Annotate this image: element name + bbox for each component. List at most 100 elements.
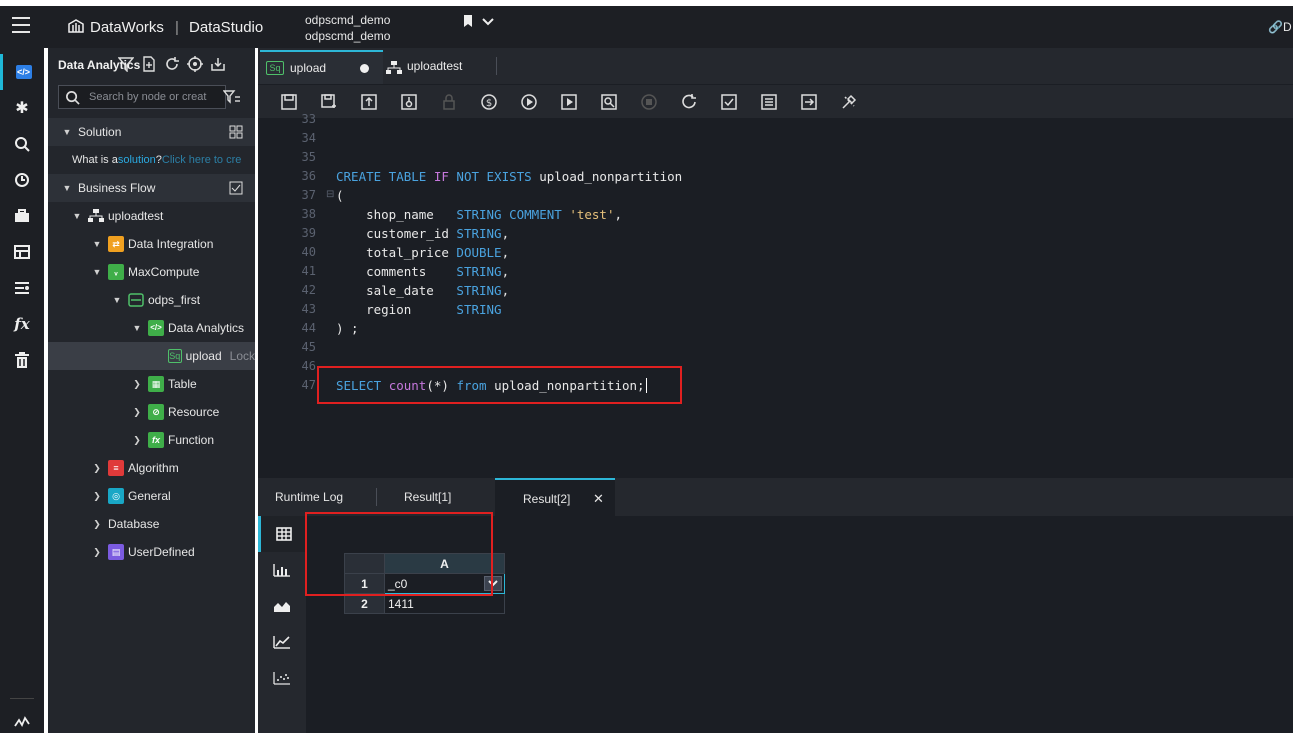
tab-uploadtest[interactable]: uploadtest [384,50,496,84]
area-chart-button[interactable] [258,588,306,624]
tree-item-odps-first[interactable]: ▼ odps_first [48,286,255,314]
business-flow-section-header[interactable]: ▼ Business Flow [48,174,255,202]
rail-recycle-bin[interactable] [0,342,44,378]
code-line-40[interactable]: total_price DOUBLE, [336,245,509,260]
code-line-44[interactable]: ) ; [336,321,359,336]
tree-item-maxcompute[interactable]: ▼ ᵥ MaxCompute [48,258,255,286]
preview-icon[interactable] [600,93,618,111]
code-line-42[interactable]: sale_date STRING, [336,283,509,298]
code-line-43[interactable]: region STRING [336,302,501,317]
format-code-icon[interactable] [760,93,778,111]
tree-item-database[interactable]: ❯ Database [48,510,255,538]
line-chart-button[interactable] [258,624,306,660]
top-header-bar: DataWorks | DataStudio odpscmd_demo odps… [0,6,1293,48]
scatter-chart-button[interactable] [258,660,306,696]
icon-rail: </> ✱ fx [0,48,44,733]
code-line-41[interactable]: comments STRING, [336,264,509,279]
grid-view-icon[interactable] [229,125,243,139]
module-name[interactable]: DataStudio [189,19,263,36]
result-cell[interactable]: 1411 [384,593,505,614]
tab-result-2[interactable]: Result[2] ✕ [495,478,615,516]
rail-ops[interactable] [0,198,44,234]
reload-icon[interactable] [680,93,698,111]
tree-item-userdefined[interactable]: ❯ ▤ UserDefined [48,538,255,566]
data-integration-icon: ⇄ [108,236,124,252]
rail-components[interactable]: ✱ [0,90,44,126]
tab-runtime-log[interactable]: Runtime Log [275,478,343,516]
line-number: 39 [301,226,316,240]
rail-table[interactable] [0,234,44,270]
tree-item-data-analytics[interactable]: ▼ </> Data Analytics [48,314,255,342]
tree-item-algorithm[interactable]: ❯ ≡ Algorithm [48,454,255,482]
line-number: 43 [301,302,316,316]
filter-list-icon[interactable] [223,89,241,105]
fold-icon[interactable]: ⊟ [326,189,334,200]
tools-icon[interactable] [840,93,858,111]
tree-item-label: General [128,489,171,503]
save-as-icon[interactable] [320,93,338,111]
top-right-link[interactable]: 🔗D [1268,20,1292,34]
tree-item-upload[interactable]: Sq upload Lock [48,342,255,370]
code-token: upload_nonpartition [539,169,683,184]
tree-item-function[interactable]: ❯ fx Function [48,426,255,454]
tab-result-1[interactable]: Result[1] [404,478,451,516]
locate-icon[interactable] [187,56,203,72]
format-check-icon[interactable] [720,93,738,111]
node-search-input[interactable]: Search by node or creat [58,85,226,109]
tree-item-data-integration[interactable]: ▼ ⇄ Data Integration [48,230,255,258]
bookmark-icon[interactable] [463,15,473,27]
bar-chart-button[interactable] [258,552,306,588]
table-view-button[interactable] [258,516,306,552]
create-solution-link[interactable]: Click here to cre [162,154,241,166]
submit-icon[interactable] [360,93,378,111]
code-line-36[interactable]: CREATE TABLE IF NOT EXISTS upload_nonpar… [336,169,682,184]
close-icon[interactable]: ✕ [593,480,604,518]
code-line-39[interactable]: customer_id STRING, [336,226,509,241]
code-token: sale_date [336,283,457,298]
refresh-icon[interactable] [164,56,180,72]
publish-icon[interactable] [800,93,818,111]
steal-lock-icon[interactable] [400,93,418,111]
checklist-icon[interactable] [229,181,243,195]
scatter-chart-icon [273,672,290,685]
chevron-right-icon: ❯ [93,546,101,557]
app-brand[interactable]: DataWorks [90,19,164,36]
chevron-right-icon: ❯ [133,406,141,417]
tree-item-resource[interactable]: ❯ ⊘ Resource [48,398,255,426]
project-selector[interactable]: odpscmd_demo odpscmd_demo [305,12,390,44]
rail-history[interactable] [0,162,44,198]
tree-item-uploadtest[interactable]: ▼ uploadtest [48,202,255,230]
search-icon [15,137,30,152]
import-icon[interactable] [210,56,226,72]
rail-list[interactable] [0,270,44,306]
solution-link[interactable]: solution [118,154,156,166]
puzzle-icon: ✱ [15,100,29,117]
line-number: 47 [301,378,316,392]
chevron-down-icon[interactable] [482,18,494,26]
menu-icon[interactable] [12,17,30,33]
tree-item-general[interactable]: ❯ ◎ General [48,482,255,510]
lock-icon [443,94,455,110]
new-file-icon[interactable] [141,56,157,72]
rail-search[interactable] [0,126,44,162]
save-icon[interactable] [280,93,298,111]
cost-estimate-icon[interactable]: $ [480,93,498,111]
tree-item-table[interactable]: ❯ ▦ Table [48,370,255,398]
solution-section-header[interactable]: ▼ Solution [48,118,255,146]
code-line-37[interactable]: ( [336,188,344,203]
code-token: customer_id [336,226,457,241]
rail-functions[interactable]: fx [0,306,44,342]
tab-upload[interactable]: Sq upload [260,50,383,84]
general-icon: ◎ [108,488,124,504]
run-icon[interactable] [520,93,538,111]
sql-node-icon: Sq [266,61,284,75]
chevron-right-icon: ❯ [133,434,141,445]
run-with-params-icon[interactable] [560,93,578,111]
code-line-38[interactable]: shop_name STRING COMMENT 'test', [336,207,622,222]
filter-funnel-icon[interactable] [118,56,134,72]
rail-data-analytics[interactable]: </> [0,54,44,90]
tree-item-label: uploadtest [108,209,164,223]
chevron-down-icon: ▼ [132,323,142,333]
code-token: , [501,226,510,241]
rail-bottom-tool[interactable] [0,704,44,733]
